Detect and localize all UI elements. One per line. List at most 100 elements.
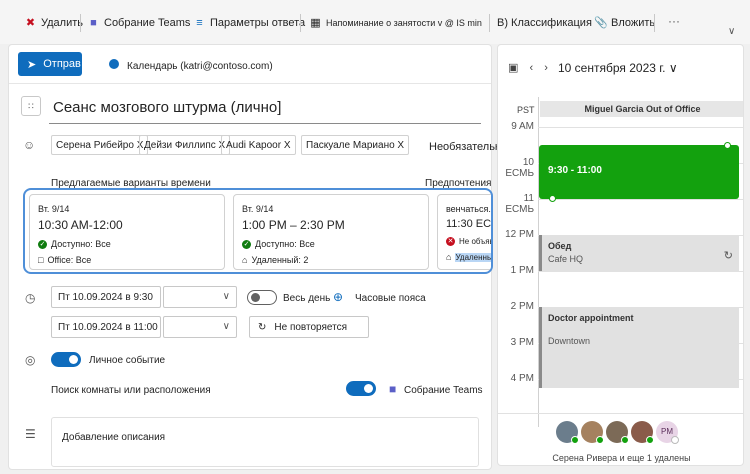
attendee-chip[interactable]: Audi Kapoor X <box>221 135 296 155</box>
event-form: ➤ Отправ Календарь (katri@contoso.com) ∷… <box>8 44 515 470</box>
command-toolbar: ✖ Удалить ■ Собрание Teams ≡ Параметры о… <box>0 0 750 44</box>
suggestion-time: 10:30 AM-12:00 <box>38 218 123 232</box>
chevron-down-icon: ∨ <box>222 291 230 302</box>
resize-handle[interactable] <box>724 142 731 149</box>
building-icon: □ <box>38 255 44 265</box>
repeat-icon: ↻ <box>258 321 267 333</box>
toolbar-divider <box>654 14 655 32</box>
avatar[interactable] <box>606 421 629 444</box>
attendee-chip[interactable]: Дейзи Филлипс X <box>139 135 231 155</box>
calendar-icon: ▦ <box>310 16 321 29</box>
suggestion-availability: ✕ Не объявление <box>446 237 493 246</box>
available-status-icon <box>571 436 579 444</box>
suggestion-location: ⌂ Удаленный: 2 <box>242 255 309 265</box>
unavailable-x-icon: ✕ <box>446 237 455 246</box>
avatar[interactable]: PM <box>656 421 679 444</box>
hour-line <box>538 271 743 272</box>
today-icon[interactable]: ▣ <box>508 62 518 74</box>
hour-line <box>538 199 743 200</box>
calendar-event[interactable]: Doctor appointment Downtown <box>539 307 739 388</box>
time-suggestion-card[interactable]: венчаться. 9/1 11:30 ЕСМЬ ✕ Не объявлени… <box>437 194 493 270</box>
resize-handle[interactable] <box>549 195 556 202</box>
title-underline <box>49 123 481 124</box>
attendee-chip[interactable]: Паскуале Мариано X <box>301 135 410 155</box>
delete-button[interactable]: ✖ Удалить <box>24 12 83 34</box>
suggestion-availability: ✓ Доступно: Все <box>38 239 111 249</box>
category-icon[interactable]: ∷ <box>21 96 41 116</box>
description-editor[interactable]: Добавление описания <box>51 417 479 467</box>
all-day-label: Весь день <box>283 293 331 304</box>
divider <box>498 413 743 414</box>
chevron-down-icon: ∨ <box>668 61 678 75</box>
recurring-icon: ↻ <box>723 250 733 262</box>
classification-button[interactable]: В) Классификация <box>497 12 592 34</box>
divider <box>9 83 491 84</box>
attach-button[interactable]: 📎 Вложить <box>594 12 655 34</box>
calendar-selector[interactable]: Календарь (katri@contoso.com) <box>127 61 273 72</box>
private-event-toggle[interactable] <box>51 352 81 367</box>
hour-label: 2 PM <box>510 301 534 312</box>
hour-label: 3 PM <box>510 337 534 348</box>
avatar[interactable] <box>631 421 654 444</box>
notes-icon: ☰ <box>25 427 36 441</box>
globe-icon: ⊕ <box>333 290 344 304</box>
calendar-color-dot <box>109 59 119 69</box>
start-date-field[interactable]: Пт 10.09.2024 в 9:30 <box>51 286 161 308</box>
teams-icon: ■ <box>90 16 97 29</box>
paperclip-icon: 📎 <box>594 16 608 29</box>
day-calendar-pane: ▣ ‹ › 10 сентября 2023 г. ∨ PST Miguel G… <box>497 44 744 466</box>
time-suggestion-card[interactable]: Вт. 9/14 10:30 AM-12:00 ✓ Доступно: Все … <box>29 194 225 270</box>
available-status-icon <box>596 436 604 444</box>
available-check-icon: ✓ <box>38 239 47 249</box>
time-suggestion-card[interactable]: Вт. 9/14 1:00 PM – 2:30 PM ✓ Доступно: В… <box>233 194 429 270</box>
suggestion-time: 11:30 ЕСМЬ <box>446 218 491 230</box>
teams-meeting-button[interactable]: ■ Собрание Teams <box>87 12 190 34</box>
response-options-button[interactable]: ≡ Параметры ответа <box>193 12 305 34</box>
hour-label: 10 ЕСМЬ <box>505 157 534 179</box>
description-placeholder: Добавление описания <box>62 432 166 443</box>
all-day-toggle[interactable] <box>247 290 277 305</box>
teams-meeting-label: Собрание Teams <box>404 385 483 396</box>
end-time-dropdown[interactable]: ∨ <box>163 316 237 338</box>
suggestion-availability: ✓ Доступно: Все <box>242 239 315 249</box>
attendee-chip[interactable]: Серена Рибейро X <box>51 135 149 155</box>
calendar-date-picker[interactable]: 10 сентября 2023 г. ∨ <box>558 61 678 75</box>
timezone-label: PST <box>517 105 535 115</box>
repeat-dropdown[interactable]: ↻ Не повторяется <box>249 316 369 338</box>
timezones-link[interactable]: Часовые пояса <box>355 293 426 304</box>
more-options-button[interactable]: ··· <box>668 14 680 28</box>
all-day-event[interactable]: Miguel Garcia Out of Office <box>540 101 743 117</box>
unknown-status-icon <box>671 436 679 444</box>
avatar[interactable] <box>556 421 579 444</box>
hour-label: 1 PM <box>510 265 534 276</box>
suggestion-date: Вт. 9/14 <box>242 204 274 214</box>
event-location: Cafe HQ <box>548 254 584 264</box>
chevron-left-icon[interactable]: ‹ <box>529 62 533 74</box>
selected-event[interactable]: 9:30 - 11:00 <box>539 145 739 199</box>
suggestion-date: Вт. 9/14 <box>38 204 70 214</box>
calendar-nav: ▣ ‹ › <box>508 61 548 74</box>
clock-icon: ◷ <box>25 291 36 305</box>
suggested-times-panel: Вт. 9/14 10:30 AM-12:00 ✓ Доступно: Все … <box>23 188 493 274</box>
attendee-summary: Серена Ривера и еще 1 удалены <box>552 453 691 463</box>
busy-reminder-button[interactable]: ▦ Напоминание о занятости v @ IS min <box>309 12 482 34</box>
available-status-icon <box>621 436 629 444</box>
start-time-dropdown[interactable]: ∨ <box>163 286 237 308</box>
suggestion-date: венчаться. 9/1 <box>446 204 491 214</box>
private-event-label: Личное событие <box>89 355 166 366</box>
available-check-icon: ✓ <box>242 239 251 249</box>
chevron-down-icon[interactable]: ∨ <box>728 26 735 37</box>
send-button[interactable]: ➤ Отправ <box>18 52 82 76</box>
chevron-down-icon: ∨ <box>222 321 230 332</box>
home-icon: ⌂ <box>446 252 452 262</box>
hour-label: 4 PM <box>510 373 534 384</box>
room-search-input[interactable]: Поиск комнаты или расположения <box>51 385 211 396</box>
event-title-input[interactable]: Сеанс мозгового штурма (лично] <box>53 99 281 116</box>
avatar[interactable] <box>581 421 604 444</box>
toolbar-divider <box>300 14 301 32</box>
send-icon: ➤ <box>27 58 37 71</box>
calendar-event[interactable]: Обед Cafe HQ ↻ <box>539 235 739 271</box>
teams-meeting-toggle[interactable] <box>346 381 376 396</box>
chevron-right-icon[interactable]: › <box>544 62 548 74</box>
end-date-field[interactable]: Пт 10.09.2024 в 11:00 <box>51 316 161 338</box>
